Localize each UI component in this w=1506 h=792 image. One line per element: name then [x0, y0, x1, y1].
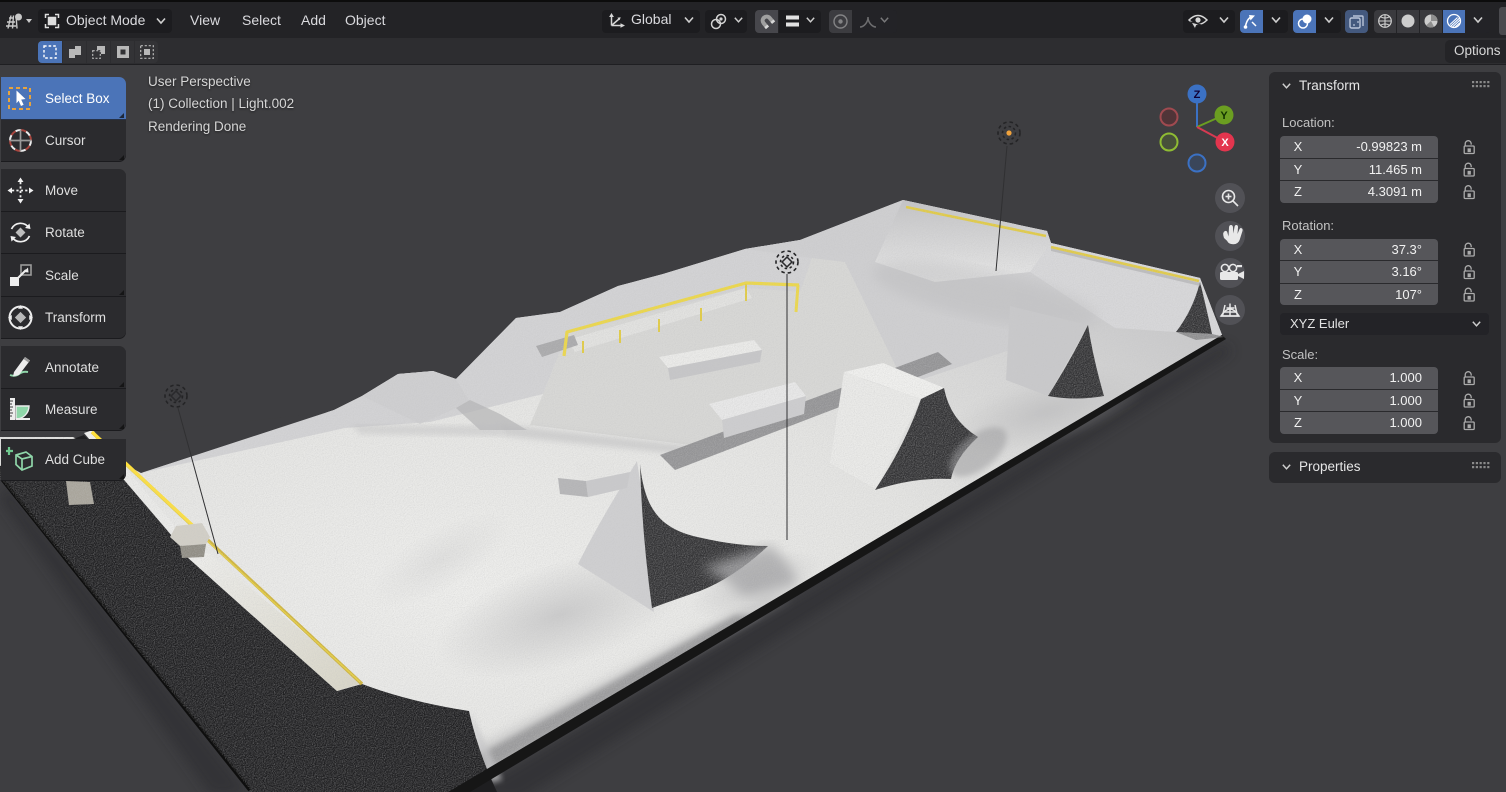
svg-text:X: X — [1221, 137, 1229, 149]
svg-text:Z: Z — [1194, 89, 1201, 101]
svg-text:Y: Y — [1220, 110, 1228, 122]
